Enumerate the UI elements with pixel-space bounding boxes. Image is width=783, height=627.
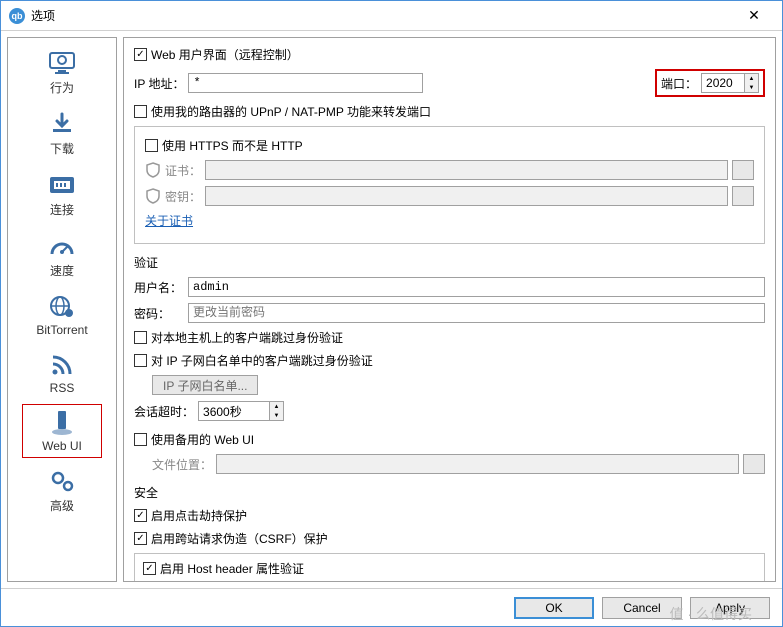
gear-monitor-icon — [46, 49, 78, 77]
bypass-whitelist-label: 对 IP 子网白名单中的客户端跳过身份验证 — [151, 352, 373, 369]
bypass-whitelist-checkbox[interactable] — [134, 354, 147, 367]
security-title: 安全 — [134, 484, 765, 501]
close-button[interactable]: ✕ — [734, 2, 774, 30]
sidebar-item-rss[interactable]: RSS — [22, 346, 102, 400]
bypass-local-label: 对本地主机上的客户端跳过身份验证 — [151, 329, 343, 346]
enable-webui-label: Web 用户界面（远程控制） — [151, 46, 299, 63]
globe-gear-icon — [46, 293, 78, 321]
https-section: 使用 HTTPS 而不是 HTTP 证书： 密钥： — [134, 126, 765, 244]
cert-input — [205, 160, 728, 180]
host-header-label: 启用 Host header 属性验证 — [160, 560, 304, 577]
sidebar-item-label: BitTorrent — [36, 323, 87, 337]
shield-icon — [145, 162, 161, 178]
upnp-label: 使用我的路由器的 UPnP / NAT-PMP 功能来转发端口 — [151, 103, 431, 120]
bypass-local-checkbox[interactable] — [134, 331, 147, 344]
auth-title: 验证 — [134, 254, 765, 271]
sidebar-item-label: Web UI — [42, 439, 82, 453]
https-checkbox[interactable] — [145, 139, 158, 152]
password-input[interactable] — [188, 303, 765, 323]
sidebar-item-label: 连接 — [50, 201, 74, 218]
sidebar-item-downloads[interactable]: 下载 — [22, 105, 102, 162]
sidebar-item-connection[interactable]: 连接 — [22, 166, 102, 223]
apply-button[interactable]: Apply — [690, 597, 770, 619]
content-panel: ✓ Web 用户界面（远程控制） IP 地址： 端口： ▲▼ 使用我的路由器的 … — [123, 37, 776, 582]
alt-path-browse-button[interactable] — [743, 454, 765, 474]
port-input[interactable] — [702, 74, 744, 92]
footer: OK Cancel Apply 值 · 么值得买 — [1, 588, 782, 626]
port-highlight: 端口： ▲▼ — [655, 69, 765, 97]
titlebar: qb 选项 ✕ — [1, 1, 782, 31]
body: 行为 下载 连接 速度 — [1, 31, 782, 588]
timeout-spinner[interactable]: ▲▼ — [198, 401, 284, 421]
clickjack-label: 启用点击劫持保护 — [151, 507, 247, 524]
cert-label: 证书： — [165, 162, 201, 179]
csrf-label: 启用跨站请求伪造（CSRF）保护 — [151, 530, 328, 547]
port-label: 端口： — [661, 75, 697, 92]
sidebar: 行为 下载 连接 速度 — [7, 37, 117, 582]
host-header-checkbox[interactable]: ✓ — [143, 562, 156, 575]
alt-path-label: 文件位置： — [152, 456, 212, 473]
alt-webui-label: 使用备用的 Web UI — [151, 431, 254, 448]
alt-webui-checkbox[interactable] — [134, 433, 147, 446]
down-arrow-icon[interactable]: ▼ — [270, 411, 283, 420]
ok-button[interactable]: OK — [514, 597, 594, 619]
shield-icon — [145, 188, 161, 204]
up-arrow-icon[interactable]: ▲ — [745, 74, 758, 83]
sidebar-item-label: RSS — [50, 381, 75, 395]
cancel-button[interactable]: Cancel — [602, 597, 682, 619]
alt-path-input — [216, 454, 739, 474]
timeout-label: 会话超时： — [134, 403, 194, 420]
username-input[interactable] — [188, 277, 765, 297]
app-icon: qb — [9, 8, 25, 24]
ip-label: IP 地址： — [134, 75, 184, 92]
sidebar-item-label: 行为 — [50, 79, 74, 96]
key-browse-button[interactable] — [732, 186, 754, 206]
sidebar-item-webui[interactable]: Web UI — [22, 404, 102, 458]
sidebar-item-label: 速度 — [50, 262, 74, 279]
sidebar-item-behavior[interactable]: 行为 — [22, 44, 102, 101]
upnp-checkbox[interactable] — [134, 105, 147, 118]
about-cert-link[interactable]: 关于证书 — [145, 212, 193, 229]
sidebar-item-bittorrent[interactable]: BitTorrent — [22, 288, 102, 342]
host-header-group: ✓ 启用 Host header 属性验证 服务器域名： — [134, 553, 765, 582]
whitelist-button[interactable]: IP 子网白名单... — [152, 375, 258, 395]
up-arrow-icon[interactable]: ▲ — [270, 402, 283, 411]
window-title: 选项 — [31, 7, 734, 24]
sidebar-item-label: 高级 — [50, 497, 74, 514]
timeout-input[interactable] — [199, 402, 269, 420]
server-icon — [46, 409, 78, 437]
down-arrow-icon[interactable]: ▼ — [745, 83, 758, 92]
gauge-icon — [46, 232, 78, 260]
csrf-checkbox[interactable]: ✓ — [134, 532, 147, 545]
gears-icon — [46, 467, 78, 495]
key-label: 密钥： — [165, 188, 201, 205]
clickjack-checkbox[interactable]: ✓ — [134, 509, 147, 522]
port-spinner[interactable]: ▲▼ — [701, 73, 759, 93]
key-input — [205, 186, 728, 206]
https-label: 使用 HTTPS 而不是 HTTP — [162, 137, 303, 154]
sidebar-item-advanced[interactable]: 高级 — [22, 462, 102, 519]
password-label: 密码： — [134, 305, 184, 322]
download-icon — [46, 110, 78, 138]
sidebar-item-label: 下载 — [50, 140, 74, 157]
username-label: 用户名： — [134, 279, 184, 296]
rss-icon — [46, 351, 78, 379]
options-window: qb 选项 ✕ 行为 下载 连接 — [0, 0, 783, 627]
ethernet-icon — [46, 171, 78, 199]
cert-browse-button[interactable] — [732, 160, 754, 180]
sidebar-item-speed[interactable]: 速度 — [22, 227, 102, 284]
ip-input[interactable] — [188, 73, 422, 93]
enable-webui-checkbox[interactable]: ✓ — [134, 48, 147, 61]
